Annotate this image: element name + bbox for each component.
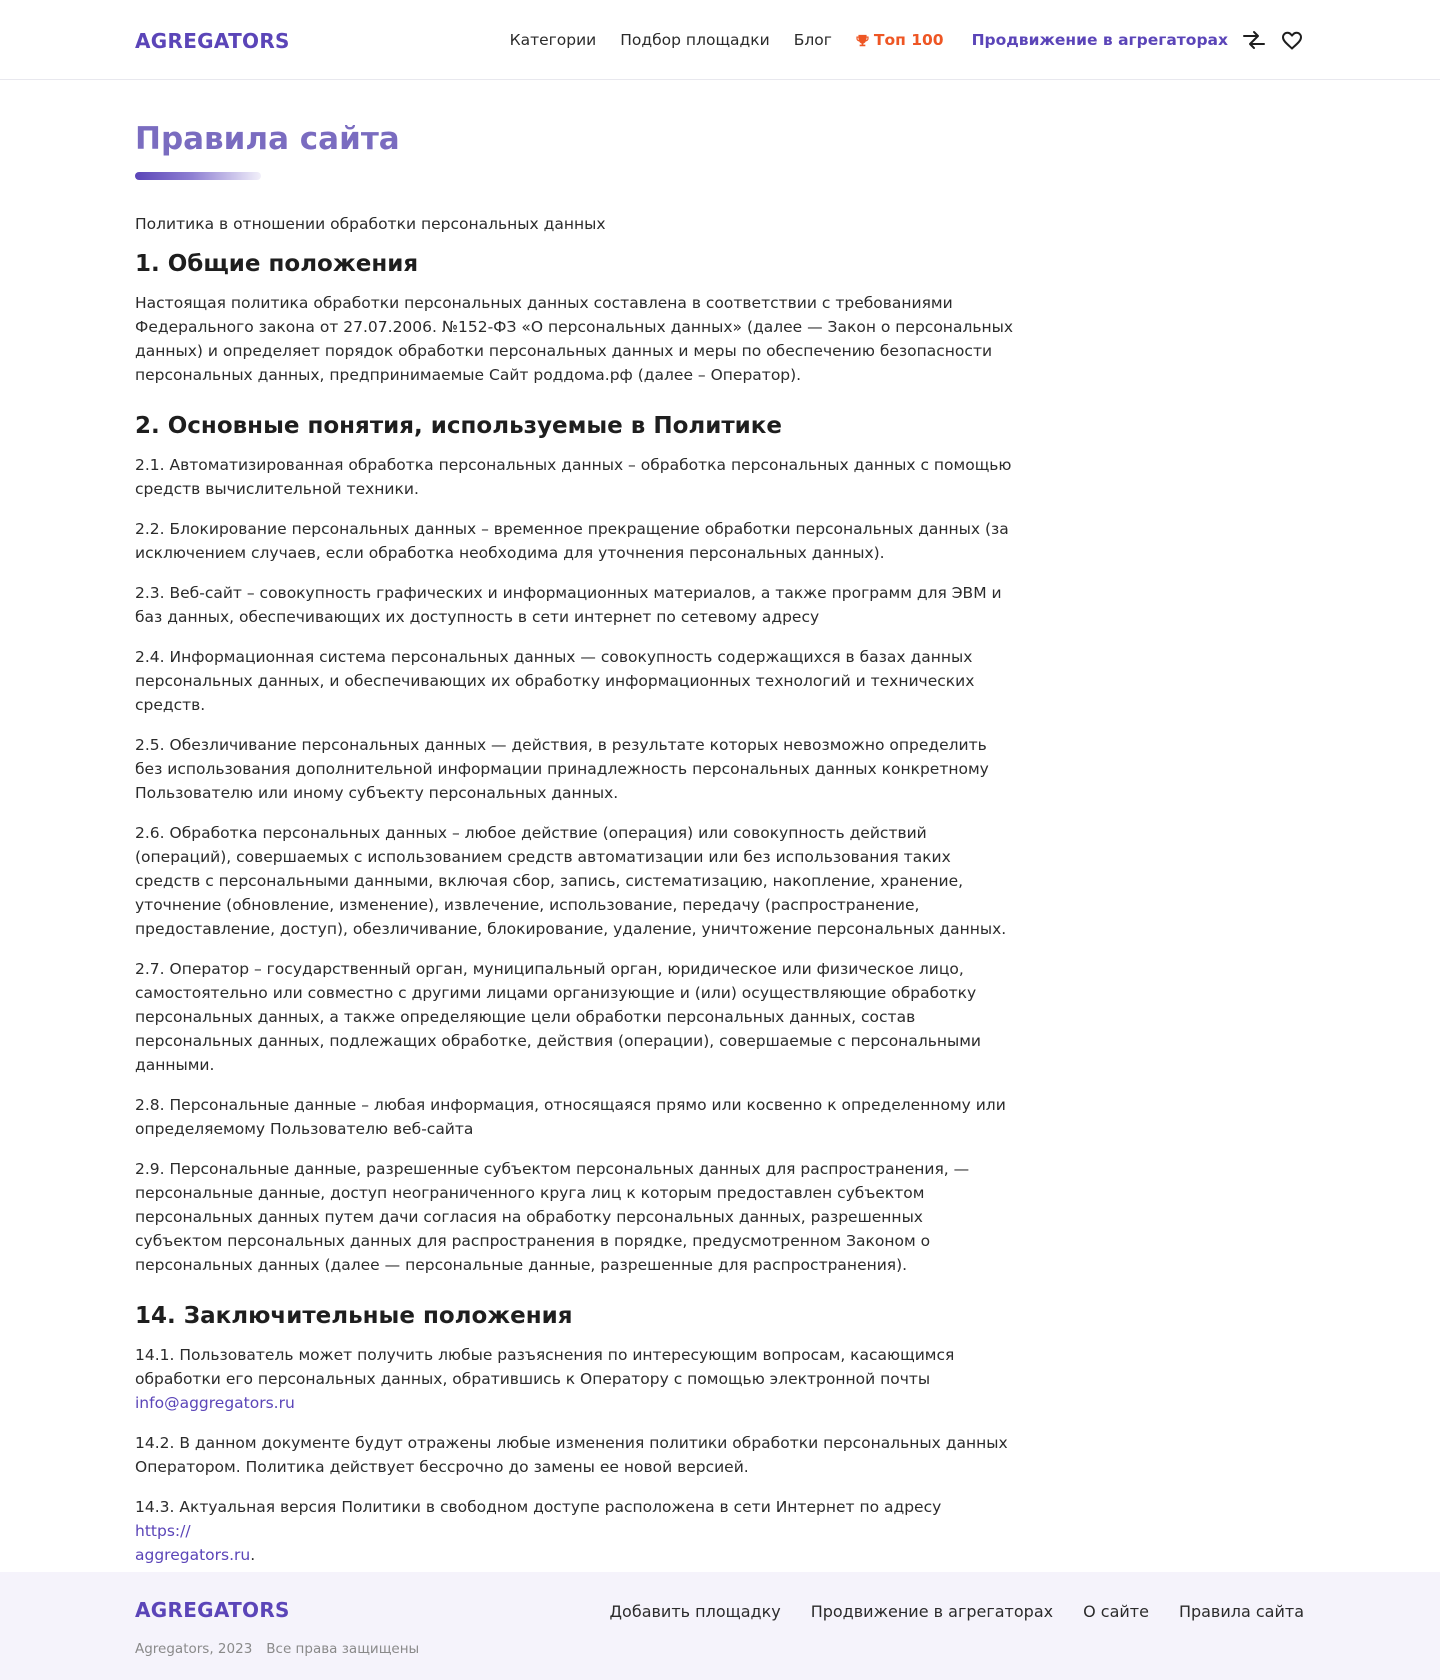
compare-arrows-icon	[1243, 31, 1265, 49]
final-paragraph-text: 14.1. Пользователь может получить любые …	[135, 1345, 955, 1388]
footer-link-add-venue[interactable]: Добавить площадку	[610, 1602, 781, 1621]
site-url-link-part: https://	[135, 1521, 191, 1540]
footer-link-promotion[interactable]: Продвижение в агрегаторах	[811, 1602, 1053, 1621]
nav-link-promotion[interactable]: Продвижение в агрегаторах	[972, 31, 1228, 49]
compare-button[interactable]	[1242, 28, 1266, 52]
title-underline	[135, 171, 261, 180]
nav-link-venue-selection[interactable]: Подбор площадки	[620, 31, 769, 49]
section-paragraph: Настоящая политика обработки персональны…	[135, 293, 1014, 384]
definition-paragraph: 2.3. Веб-сайт – совокупность графических…	[135, 583, 1002, 626]
final-paragraph: 14.1. Пользователь может получить любые …	[135, 1343, 1015, 1415]
favorites-button[interactable]	[1280, 28, 1304, 52]
footer-link-about[interactable]: О сайте	[1083, 1602, 1149, 1621]
main-nav: Категории Подбор площадки Блог Топ 100 П…	[486, 28, 1304, 52]
definition-paragraph: 2.1. Автоматизированная обработка персон…	[135, 455, 1012, 498]
final-paragraph: 14.2. В данном документе будут отражены …	[135, 1433, 1008, 1476]
paragraph-end: .	[250, 1545, 256, 1564]
footer-link-rules[interactable]: Правила сайта	[1179, 1602, 1304, 1621]
definition-paragraph: 2.5. Обезличивание персональных данных —…	[135, 735, 989, 802]
page-subtitle: Политика в отношении обработки персональ…	[135, 214, 606, 233]
definition-paragraph: 2.7. Оператор – государственный орган, м…	[135, 959, 981, 1074]
section-definitions: 2. Основные понятия, используемые в Поли…	[135, 411, 1015, 1277]
page-title: Правила сайта	[135, 121, 400, 157]
section-heading: 14. Заключительные положения	[135, 1302, 573, 1329]
heart-icon	[1282, 31, 1302, 50]
nav-link-top100[interactable]: Топ 100	[856, 31, 944, 49]
footer-nav: Добавить площадку Продвижение в агрегато…	[580, 1602, 1304, 1621]
section-general: 1. Общие положения Настоящая политика об…	[135, 249, 1015, 387]
copyright: Agregators, 2023 Все права защищены	[135, 1641, 419, 1657]
definition-paragraph: 2.4. Информационная система персональных…	[135, 647, 975, 714]
site-logo[interactable]: AGREGATORS	[135, 29, 290, 53]
final-paragraph: 14.3. Актуальная версия Политики в свобо…	[135, 1495, 1015, 1567]
section-heading: 2. Основные понятия, используемые в Поли…	[135, 412, 783, 439]
site-url-link[interactable]: https:// aggregators.ru	[135, 1522, 250, 1564]
email-link[interactable]: info@aggregators.ru	[135, 1394, 295, 1412]
site-header: AGREGATORS Категории Подбор площадки Бло…	[0, 0, 1440, 80]
copyright-text: Agregators, 2023	[135, 1641, 253, 1657]
rights-text: Все права защищены	[266, 1641, 420, 1657]
footer-logo[interactable]: AGREGATORS	[135, 1598, 290, 1622]
nav-link-categories[interactable]: Категории	[510, 31, 597, 49]
definition-paragraph: 2.9. Персональные данные, разрешенные су…	[135, 1159, 970, 1274]
definition-paragraph: 2.2. Блокирование персональных данных – …	[135, 519, 1009, 562]
final-paragraph-text: 14.3. Актуальная версия Политики в свобо…	[135, 1497, 942, 1516]
definition-paragraph: 2.8. Персональные данные – любая информа…	[135, 1095, 1006, 1138]
nav-link-top100-label: Топ 100	[873, 31, 944, 49]
section-final: 14. Заключительные положения 14.1. Польз…	[135, 1301, 1015, 1567]
nav-link-blog[interactable]: Блог	[794, 31, 832, 49]
definition-paragraph: 2.6. Обработка персональных данных – люб…	[135, 823, 1007, 938]
site-footer: AGREGATORS Agregators, 2023 Все права защ…	[0, 1572, 1440, 1680]
section-heading: 1. Общие положения	[135, 250, 419, 277]
site-url-link-part: aggregators.ru	[135, 1545, 251, 1564]
trophy-icon	[856, 34, 869, 46]
main-content: Правила сайта Политика в отношении обраб…	[135, 120, 1015, 1567]
